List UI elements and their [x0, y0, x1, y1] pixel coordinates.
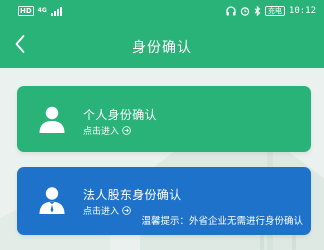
signal-icon: [50, 6, 62, 16]
warm-tip-text: 温馨提示：外省企业无需进行身份确认: [141, 216, 303, 227]
shareholder-enter-label: 点击进入: [83, 207, 120, 217]
personal-identity-title: 个人身份确认: [83, 108, 157, 122]
shareholder-enter-link[interactable]: 点击进入: [83, 204, 131, 217]
battery-indicator: 充电: [264, 6, 285, 16]
status-bar: HD 4G 充电 10:12: [0, 0, 324, 22]
arrow-right-circle-icon: [122, 206, 131, 215]
businessman-icon: [39, 187, 65, 214]
page-title: 身份确认: [132, 40, 192, 56]
bluetooth-icon: [254, 6, 261, 16]
arrow-right-circle-icon: [122, 126, 131, 135]
status-right: 充电 10:12: [226, 5, 316, 17]
person-icon: [39, 106, 65, 133]
shareholder-identity-card[interactable]: 法人股东身份确认 点击进入 温馨提示：外省企业无需进行身份确认: [17, 167, 311, 235]
personal-enter-link[interactable]: 点击进入: [83, 124, 131, 137]
personal-identity-card[interactable]: 个人身份确认 点击进入: [17, 86, 311, 152]
nav-bar: 身份确认: [0, 22, 324, 68]
clock: 10:12: [288, 6, 316, 16]
headphones-icon: [226, 6, 236, 16]
alarm-icon: [240, 7, 250, 16]
shareholder-identity-title: 法人股东身份确认: [83, 188, 182, 202]
personal-enter-label: 点击进入: [83, 127, 120, 137]
status-left: HD 4G: [18, 6, 63, 16]
hd-indicator: HD: [18, 6, 34, 16]
network-type: 4G: [37, 7, 47, 14]
